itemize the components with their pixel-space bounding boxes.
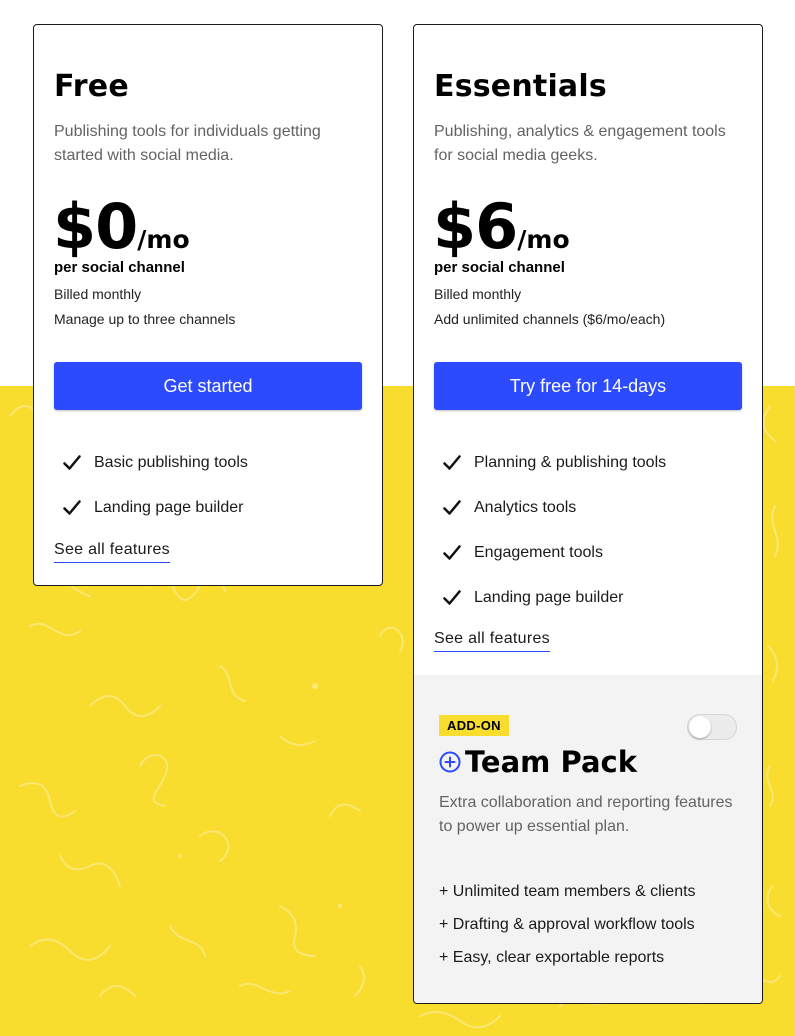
price: $6/mo (433, 190, 570, 263)
get-started-button[interactable]: Get started (54, 362, 362, 410)
toggle-knob (689, 716, 711, 738)
addon-title: Team Pack (439, 745, 637, 779)
feature-label: Basic publishing tools (94, 453, 248, 471)
check-icon (434, 588, 474, 608)
feature-label: Landing page builder (474, 588, 624, 606)
feature-label: Planning & publishing tools (474, 453, 667, 471)
check-icon (434, 453, 474, 473)
check-icon (54, 453, 94, 473)
see-all-features-link[interactable]: See all features (434, 630, 550, 652)
check-icon (54, 498, 94, 518)
essentials-plan-card: Essentials Publishing, analytics & engag… (413, 24, 763, 1004)
team-pack-addon: ADD-ON Team Pack Extra collaboration and… (414, 675, 762, 1003)
pricing-page: Free Publishing tools for individuals ge… (0, 0, 795, 1036)
addon-feature-item: + Easy, clear exportable reports (439, 948, 665, 966)
feature-item: Landing page builder (54, 485, 248, 530)
billing-note: Billed monthly (434, 286, 522, 302)
see-all-features-link[interactable]: See all features (54, 541, 170, 563)
price-amount: $0 (53, 190, 138, 263)
feature-label: Landing page builder (94, 498, 244, 516)
plan-title: Essentials (434, 69, 607, 104)
price-unit: per social channel (434, 259, 565, 276)
feature-item: Analytics tools (434, 485, 666, 530)
addon-feature-list: + Unlimited team members & clients + Dra… (439, 875, 696, 974)
feature-item: Engagement tools (434, 530, 666, 575)
price: $0/mo (53, 190, 190, 263)
feature-item: Landing page builder (434, 575, 666, 620)
price-period: /mo (517, 225, 570, 254)
feature-item: Basic publishing tools (54, 440, 248, 485)
addon-toggle[interactable] (687, 714, 737, 740)
feature-label: Analytics tools (474, 498, 577, 516)
feature-item: Planning & publishing tools (434, 440, 666, 485)
feature-label: Engagement tools (474, 543, 603, 561)
price-period: /mo (137, 225, 190, 254)
plan-title: Free (54, 69, 129, 104)
billing-note: Billed monthly (54, 286, 142, 302)
addon-feature-item: + Unlimited team members & clients (439, 882, 696, 900)
plan-description: Publishing tools for individuals getting… (54, 123, 321, 164)
addon-name: Team Pack (465, 745, 638, 779)
free-plan-card: Free Publishing tools for individuals ge… (33, 24, 383, 586)
addon-badge: ADD-ON (439, 715, 509, 736)
check-icon (434, 498, 474, 518)
feature-list: Planning & publishing tools Analytics to… (434, 440, 666, 620)
addon-description: Extra collaboration and reporting featur… (439, 794, 733, 835)
channels-note: Add unlimited channels ($6/mo/each) (434, 311, 666, 327)
channels-note: Manage up to three channels (54, 311, 236, 327)
price-unit: per social channel (54, 259, 185, 276)
feature-list: Basic publishing tools Landing page buil… (54, 440, 248, 530)
addon-feature-item: + Drafting & approval workflow tools (439, 915, 695, 933)
plan-description: Publishing, analytics & engagement tools… (434, 123, 726, 164)
plus-circle-icon (439, 751, 461, 773)
try-free-button[interactable]: Try free for 14-days (434, 362, 742, 410)
check-icon (434, 543, 474, 563)
price-amount: $6 (433, 190, 518, 263)
